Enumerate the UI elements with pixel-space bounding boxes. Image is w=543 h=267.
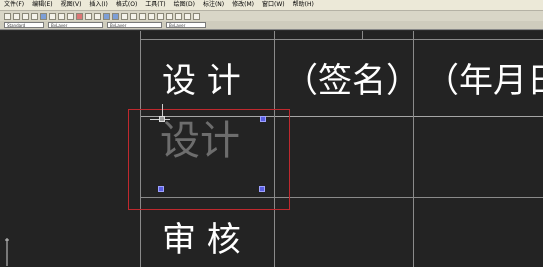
open-icon[interactable]: [13, 12, 20, 20]
text-style-select[interactable]: Standard: [4, 22, 44, 28]
save-icon[interactable]: [22, 12, 29, 20]
preview-icon[interactable]: [40, 12, 47, 20]
undo-icon[interactable]: [85, 12, 92, 20]
grip-handle[interactable]: [159, 116, 165, 122]
menu-window[interactable]: 窗口(W): [258, 0, 289, 10]
sheet-set-icon[interactable]: [166, 12, 173, 20]
menu-edit[interactable]: 编辑(E): [28, 0, 56, 10]
standard-toolbar: [0, 11, 543, 21]
menu-bar: 文件(F) 编辑(E) 视图(V) 插入(I) 格式(O) 工具(T) 绘图(D) 标注(N)…: [0, 0, 543, 11]
zoom-icon[interactable]: [112, 12, 119, 20]
menu-tools[interactable]: 工具(T): [141, 0, 169, 10]
print-icon[interactable]: [31, 12, 38, 20]
menu-help[interactable]: 帮助(H): [289, 0, 318, 10]
menu-draw[interactable]: 绘图(D): [170, 0, 199, 10]
menu-file[interactable]: 文件(F): [0, 0, 28, 10]
menu-format[interactable]: 格式(O): [112, 0, 141, 10]
table-line: [362, 31, 363, 39]
properties-toolbar: Standard ByLayer ByLayer ByLayer: [0, 21, 543, 30]
menu-view[interactable]: 视图(V): [57, 0, 86, 10]
menu-insert[interactable]: 插入(I): [85, 0, 111, 10]
linetype-select[interactable]: ByLayer: [107, 22, 162, 28]
match-properties-icon[interactable]: [76, 12, 83, 20]
selection-window: [128, 109, 290, 210]
quickcalc-icon[interactable]: [184, 12, 191, 20]
zoom-window-icon[interactable]: [121, 12, 128, 20]
new-icon[interactable]: [4, 12, 11, 20]
grip-handle[interactable]: [260, 116, 266, 122]
review-label[interactable]: 审 核: [162, 223, 241, 257]
grip-handle[interactable]: [158, 186, 164, 192]
paste-icon[interactable]: [67, 12, 74, 20]
redo-icon[interactable]: [94, 12, 101, 20]
cut-icon[interactable]: [49, 12, 56, 20]
design-center-icon[interactable]: [148, 12, 155, 20]
grip-handle[interactable]: [259, 186, 265, 192]
drawing-canvas[interactable]: 设 计 （签名） （年月日 设计 审 核: [0, 31, 543, 267]
tool-palettes-icon[interactable]: [157, 12, 164, 20]
design-label[interactable]: 设 计: [162, 64, 241, 98]
properties-icon[interactable]: [139, 12, 146, 20]
help-icon[interactable]: [193, 12, 200, 20]
markup-icon[interactable]: [175, 12, 182, 20]
lineweight-select[interactable]: ByLayer: [166, 22, 206, 28]
menu-modify[interactable]: 修改(M): [228, 0, 258, 10]
table-line: [140, 39, 543, 40]
copy-icon[interactable]: [58, 12, 65, 20]
color-select[interactable]: ByLayer: [48, 22, 103, 28]
zoom-previous-icon[interactable]: [130, 12, 137, 20]
ucs-icon: [5, 238, 9, 266]
menu-dimension[interactable]: 标注(N): [199, 0, 228, 10]
pan-icon[interactable]: [103, 12, 110, 20]
signature-label[interactable]: （签名）: [284, 64, 420, 98]
date-label[interactable]: （年月日: [425, 64, 543, 98]
